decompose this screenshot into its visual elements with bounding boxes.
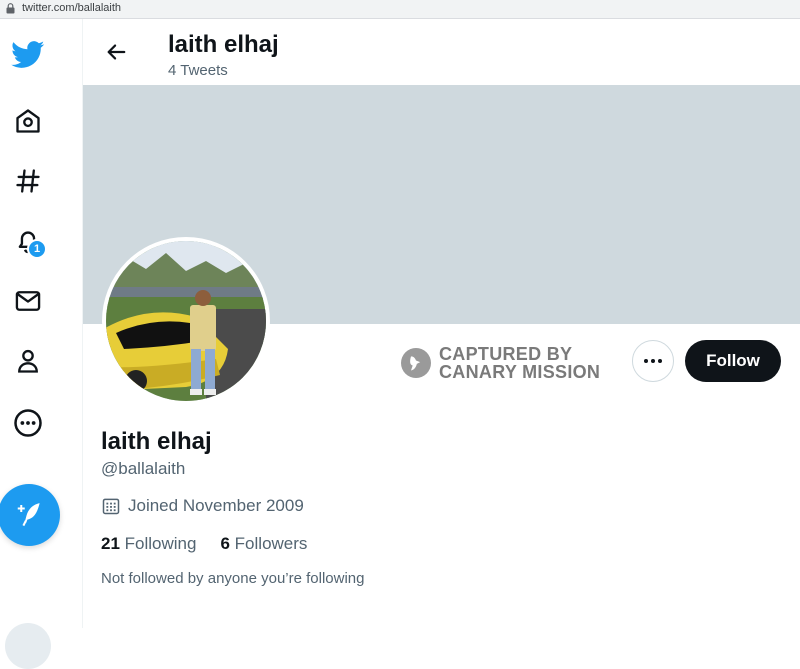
canary-bird-icon: [401, 348, 431, 378]
more-options-button[interactable]: [632, 340, 674, 382]
profile-main: laith elhaj 4 Tweets CAPTURED BY CANARY …: [83, 19, 800, 628]
home-icon[interactable]: [8, 101, 48, 141]
profile-icon[interactable]: [8, 341, 48, 381]
tweet-button[interactable]: [0, 484, 60, 546]
watermark-line-1: CAPTURED BY: [439, 344, 573, 364]
canary-mission-watermark: CAPTURED BY CANARY MISSION: [401, 345, 600, 381]
profile-name: laith elhaj: [101, 428, 212, 455]
back-button[interactable]: [101, 37, 131, 67]
follow-counts: 21 Following 6 Followers: [101, 534, 307, 554]
more-horizontal-icon: [644, 359, 662, 363]
url-text: twitter.com/ballalaith: [22, 2, 122, 14]
following-link[interactable]: 21 Following: [101, 534, 196, 554]
joined-date: Joined November 2009: [101, 496, 304, 516]
followed-by-note: Not followed by anyone you’re following: [101, 570, 365, 587]
back-arrow-icon: [107, 44, 126, 60]
following-label: Following: [124, 534, 197, 553]
joined-text: Joined November 2009: [128, 496, 304, 515]
account-avatar[interactable]: [5, 623, 51, 669]
tweet-count: 4 Tweets: [168, 62, 228, 79]
watermark-line-2: CANARY MISSION: [439, 362, 601, 382]
feather-plus-icon: [17, 503, 40, 527]
followers-count: 6: [220, 534, 230, 553]
profile-avatar[interactable]: [102, 237, 270, 405]
profile-handle: @ballalaith: [101, 459, 186, 478]
browser-address-bar[interactable]: twitter.com/ballalaith: [0, 0, 800, 19]
followers-link[interactable]: 6 Followers: [220, 534, 307, 554]
twitter-logo-icon[interactable]: [8, 35, 48, 75]
notification-badge: 1: [27, 239, 47, 259]
followers-label: Followers: [234, 534, 308, 553]
messages-icon[interactable]: [8, 281, 48, 321]
explore-icon[interactable]: [8, 161, 48, 201]
follow-button[interactable]: Follow: [685, 340, 781, 382]
more-icon[interactable]: [8, 403, 48, 443]
header-title: laith elhaj: [168, 31, 279, 58]
lock-icon: [6, 3, 15, 14]
sidebar: 1: [0, 19, 83, 669]
calendar-icon: [102, 498, 120, 515]
following-count: 21: [101, 534, 120, 553]
